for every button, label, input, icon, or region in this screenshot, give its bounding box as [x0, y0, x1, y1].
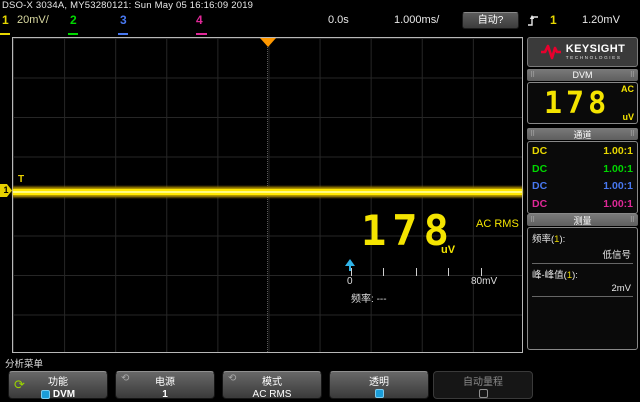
channel-1-ground-marker[interactable]: 1 — [0, 184, 12, 197]
channel-3-button[interactable]: 3 — [120, 13, 127, 27]
softkey-value: 1 — [116, 389, 214, 400]
checkbox-checked-icon — [375, 389, 384, 398]
probe-ratio: 1.00:1 — [603, 178, 633, 196]
channel-2-tab — [68, 33, 78, 35]
channel-row-1[interactable]: DC 1.00:1 — [532, 143, 633, 161]
dvm-scale-tick — [383, 268, 384, 276]
brand-name: KEYSIGHT — [566, 44, 625, 55]
dvm-overlay-unit: uV — [441, 244, 455, 256]
coupling: DC — [532, 143, 547, 161]
auto-trigger-button[interactable]: 自动? — [462, 12, 519, 29]
dvm-panel-header[interactable]: ⠿ DVM ⠿ — [527, 69, 638, 81]
channel-1-waveform-highlight — [13, 191, 522, 193]
channel-row-3[interactable]: DC 1.00:1 — [532, 178, 633, 196]
coupling: DC — [532, 161, 547, 179]
softkey-title: 自动量程 — [434, 373, 532, 388]
measure-label-peak-peak: 峰-峰值(1): — [532, 267, 633, 281]
dvm-scale-tick — [481, 268, 482, 276]
divider — [532, 263, 633, 264]
channels-panel: DC 1.00:1 DC 1.00:1 DC 1.00:1 DC 1.00:1 — [527, 141, 638, 214]
checkbox-unchecked-icon — [479, 389, 488, 398]
time-offset[interactable]: 0.0s — [328, 14, 349, 26]
dvm-overlay-frequency: 频率: --- — [351, 290, 387, 305]
coupling: DC — [532, 196, 547, 214]
rotate-knob-icon: ⟲ — [228, 374, 236, 384]
dvm-panel-mode: AC — [621, 84, 634, 94]
channel-4-button[interactable]: 4 — [196, 13, 203, 27]
dvm-panel: 178 AC uV — [527, 82, 638, 124]
measure-value-peak-peak: 2mV — [532, 283, 631, 294]
softkey-transparent[interactable]: 透明 — [329, 371, 429, 399]
softkey-function[interactable]: ⟳ 功能 DVM — [8, 371, 108, 399]
oscilloscope-screen: DSO-X 3034A, MY53280121: Sun May 05 16:1… — [0, 0, 640, 402]
divider — [532, 296, 633, 297]
rotate-knob-icon: ⟲ — [121, 374, 129, 384]
measure-panel: 频率(1): 低信号 峰-峰值(1): 2mV — [527, 227, 638, 350]
channel-row-2[interactable]: DC 1.00:1 — [532, 161, 633, 179]
channel-3-tab — [118, 33, 128, 35]
device-title: DSO-X 3034A, MY53280121: Sun May 05 16:1… — [2, 0, 253, 11]
measure-label-frequency: 频率(1): — [532, 231, 633, 245]
grip-icon: ⠿ — [630, 72, 635, 79]
dvm-scale-min: 0 — [347, 276, 353, 287]
rising-edge-trigger-icon — [527, 14, 540, 32]
grip-icon: ⠿ — [530, 72, 535, 79]
keysight-logo: KEYSIGHT TECHNOLOGIES — [527, 37, 638, 67]
checkbox-checked-icon — [41, 390, 50, 399]
probe-ratio: 1.00:1 — [603, 143, 633, 161]
channel-row-4[interactable]: DC 1.00:1 — [532, 196, 633, 214]
dvm-panel-title: DVM — [573, 70, 593, 80]
softkey-title: 透明 — [330, 373, 428, 388]
channel-2-button[interactable]: 2 — [70, 13, 77, 27]
softkey-title: 电源 — [116, 373, 214, 388]
waveform-graticule[interactable]: T 178 uV AC RMS 0 80mV 频率: --- — [12, 37, 523, 353]
trigger-level-marker[interactable]: T — [18, 174, 24, 185]
channel-1-scale[interactable]: 20mV/ — [17, 14, 49, 26]
softkey-source[interactable]: ⟲ 电源 1 — [115, 371, 215, 399]
dvm-panel-unit: uV — [622, 112, 634, 122]
grip-icon: ⠿ — [630, 131, 635, 138]
softkey-autorange: 自动量程 — [433, 371, 533, 399]
trigger-level[interactable]: 1.20mV — [582, 14, 620, 26]
dvm-frequency-value: --- — [377, 294, 387, 305]
dvm-scale-tick — [448, 268, 449, 276]
dvm-panel-value: 178 — [544, 86, 610, 121]
dvm-scale-tick — [351, 268, 352, 276]
channels-panel-header[interactable]: ⠿ 通道 ⠿ — [527, 128, 638, 140]
coupling: DC — [532, 178, 547, 196]
softkey-title: 模式 — [223, 373, 321, 388]
grip-icon: ⠿ — [530, 131, 535, 138]
keysight-spark-icon — [540, 44, 562, 60]
menu-label: 分析菜单 — [5, 356, 43, 370]
timebase[interactable]: 1.000ms/ — [394, 14, 439, 26]
measure-value-frequency: 低信号 — [532, 247, 631, 261]
dvm-scale-pointer-icon — [345, 259, 355, 266]
rotate-knob-icon: ⟳ — [14, 378, 25, 391]
probe-ratio: 1.00:1 — [603, 196, 633, 214]
dvm-frequency-label: 频率: — [351, 294, 374, 305]
trigger-time-reference-icon[interactable] — [260, 38, 276, 47]
sidebar: KEYSIGHT TECHNOLOGIES ⠿ DVM ⠿ 178 AC uV … — [527, 37, 638, 350]
dvm-scale-tick — [416, 268, 417, 276]
measure-panel-header[interactable]: ⠿ 测量 ⠿ — [527, 214, 638, 226]
channel-1-button[interactable]: 1 — [2, 13, 9, 27]
probe-ratio: 1.00:1 — [603, 161, 633, 179]
softkey-mode[interactable]: ⟲ 模式 AC RMS — [222, 371, 322, 399]
channel-4-tab — [196, 33, 207, 35]
softkey-value: AC RMS — [223, 389, 321, 400]
grip-icon: ⠿ — [530, 217, 535, 224]
brand-sub: TECHNOLOGIES — [566, 56, 625, 61]
trigger-source[interactable]: 1 — [550, 13, 557, 27]
channel-1-tab — [0, 33, 10, 35]
grip-icon: ⠿ — [630, 217, 635, 224]
dvm-scale-max: 80mV — [471, 276, 497, 287]
measure-panel-title: 测量 — [573, 214, 591, 227]
channels-panel-title: 通道 — [573, 128, 591, 141]
dvm-overlay-mode: AC RMS — [476, 218, 519, 230]
softkey-value: DVM — [53, 389, 75, 400]
